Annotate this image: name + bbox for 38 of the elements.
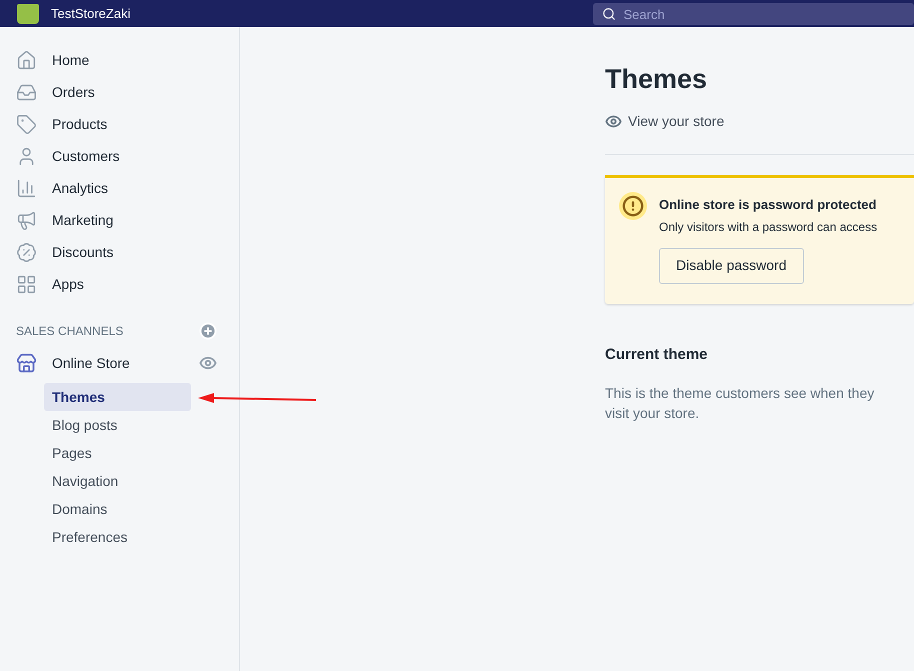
subnav-item[interactable]: Themes — [44, 383, 191, 411]
nav-item[interactable]: Products — [0, 108, 239, 140]
grid-icon — [16, 274, 37, 294]
subnav-item[interactable]: Pages — [44, 439, 191, 467]
subnav-item[interactable]: Blog posts — [44, 411, 191, 439]
bag-logo-icon — [17, 4, 39, 24]
search-field[interactable]: Search — [593, 3, 914, 25]
nav-item[interactable]: Discounts — [0, 236, 239, 268]
add-icon[interactable] — [199, 322, 217, 340]
nav-item[interactable]: Home — [0, 44, 239, 76]
section-description: This is the theme customers see when they visit your store. — [605, 384, 875, 423]
store-name: TestStoreZaki — [51, 4, 130, 23]
eye-icon[interactable] — [199, 354, 217, 372]
store-icon — [16, 352, 37, 374]
nav-item[interactable]: Customers — [0, 140, 239, 172]
eye-icon — [605, 113, 622, 130]
banner-text: Only visitors with a password can access — [659, 218, 878, 236]
disable-password-button[interactable]: Disable password — [659, 248, 804, 284]
section-heading: SALES CHANNELS — [16, 323, 124, 340]
subnav-item[interactable]: Preferences — [44, 523, 191, 551]
tag-icon — [16, 114, 37, 134]
search-icon — [602, 6, 616, 20]
page-title: Themes — [605, 63, 708, 96]
section-title: Current theme — [605, 344, 709, 364]
nav-item[interactable]: Analytics — [0, 172, 239, 204]
bar-chart-icon — [16, 178, 37, 198]
nav-item[interactable]: Marketing — [0, 204, 239, 236]
percent-badge-icon — [16, 242, 37, 262]
view-store-link[interactable]: View your store — [605, 111, 914, 132]
exclamation-icon — [619, 192, 647, 220]
subnav-item[interactable]: Navigation — [44, 467, 191, 495]
house-icon — [16, 50, 37, 70]
megaphone-icon — [16, 210, 37, 230]
nav-item[interactable]: Orders — [0, 76, 239, 108]
nav-item[interactable]: Apps — [0, 268, 239, 300]
banner-title: Online store is password protected — [659, 196, 878, 214]
subnav-item[interactable]: Domains — [44, 495, 191, 523]
channel-item[interactable]: Online Store — [16, 352, 130, 374]
